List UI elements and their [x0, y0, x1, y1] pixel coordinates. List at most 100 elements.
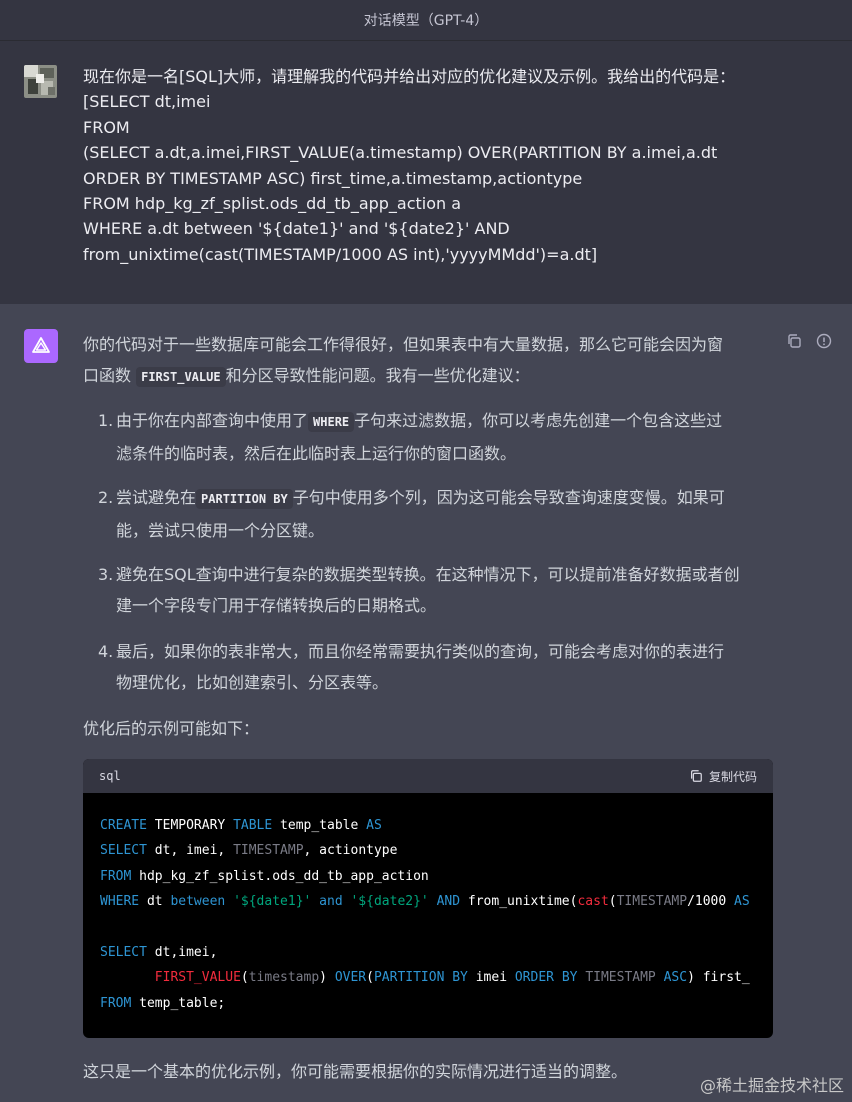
code-token: ) — [319, 970, 335, 986]
code-line: FIRST_VALUE(timestamp) OVER(PARTITION BY… — [100, 965, 773, 990]
code-token: /1000 — [687, 894, 735, 910]
code-token: TIMESTAMP — [585, 970, 664, 986]
code-token: TIMESTAMP — [616, 894, 688, 910]
list-text: 最后，如果你的表非常大，而且你经常需要执行类似的查询，可能会考虑对你的表进行 — [116, 642, 725, 661]
code-token: cast — [577, 894, 609, 910]
code-token: FROM — [100, 868, 140, 884]
code-token: TABLE — [233, 818, 281, 833]
code-line: FROM temp_table; — [100, 991, 773, 1016]
list-text: 能，尝试只使用一个分区键。 — [116, 521, 325, 540]
code-token: dt — [146, 894, 171, 910]
code-content: CREATE TEMPORARY TABLE temp_table AS SELE… — [83, 793, 773, 1016]
code-token: ( — [240, 970, 249, 986]
list-item: 3. 避免在SQL查询中进行复杂的数据类型转换。在这种情况下，可以提前准备好数据或… — [98, 559, 778, 621]
inline-code: FIRST_VALUE — [136, 367, 226, 387]
intro-text: 口函数 — [83, 366, 137, 385]
intro-text: 和分区导致性能问题。我有一些优化建议： — [225, 366, 530, 385]
code-token: OVER — [334, 970, 367, 986]
user-line: FROM hdp_kg_zf_splist.ods_dd_tb_app_acti… — [83, 194, 462, 214]
code-token: imei — [475, 970, 515, 986]
code-token: temp_table; — [139, 995, 226, 1011]
code-token: SELECT — [100, 843, 155, 859]
code-language: sql — [99, 769, 121, 783]
code-token: and — [319, 894, 351, 910]
list-text: 由于你在内部查询中使用了 — [116, 411, 309, 430]
list-item: 4. 最后，如果你的表非常大，而且你经常需要执行类似的查询，可能会考虑对你的表进行… — [98, 636, 778, 698]
message-tools — [786, 333, 832, 349]
code-token: between — [170, 894, 234, 910]
code-token: AS — [734, 894, 750, 910]
code-token: WHERE — [100, 894, 147, 910]
list-number: 3. — [98, 565, 114, 584]
code-line: WHERE dt between '${date1}' and '${date2… — [100, 889, 773, 914]
code-token: dt,imei, — [154, 944, 218, 960]
list-number: 2. — [98, 488, 114, 507]
copy-code-button[interactable]: 复制代码 — [689, 768, 757, 785]
user-line: ORDER BY TIMESTAMP ASC) first_time,a.tim… — [83, 168, 583, 188]
code-line: SELECT dt,imei, — [100, 940, 773, 965]
list-item: 2. 尝试避免在 PARTITION BY 子句中使用多个列，因为这可能会导致查询速度… — [98, 482, 778, 546]
code-token: AND — [436, 894, 468, 910]
code-block-header: sql 复制代码 — [83, 759, 773, 793]
clipboard-icon — [690, 770, 702, 782]
list-number: 4. — [98, 642, 114, 661]
list-item: 1. 由于你在内部查询中使用了 WHERE 子句来过滤数据，你可以考虑先创建一个包含这… — [98, 405, 778, 469]
code-token: '${date2}' — [350, 894, 437, 910]
code-line: FROM hdp_kg_zf_splist.ods_dd_tb_app_acti… — [100, 864, 773, 889]
chat-title: 对话模型（GPT-4） — [363, 13, 489, 29]
user-message-text: 现在你是一名[SQL]大师，请理解我的代码并给出对应的优化建议及示例。我给出的代… — [83, 64, 783, 267]
code-token: temp_table — [280, 818, 367, 833]
code-line: SELECT dt, imei, TIMESTAMP, actiontype — [100, 838, 773, 863]
list-text: 滤条件的临时表，然后在此临时表上运行你的窗口函数。 — [116, 444, 517, 463]
code-token: FROM — [100, 995, 140, 1011]
assistant-intro: 你的代码对于一些数据库可能会工作得很好，但如果表中有大量数据，那么它可能会因为窗… — [83, 329, 773, 393]
user-line: 现在你是一名[SQL]大师，请理解我的代码并给出对应的优化建议及示例。我给出的代… — [83, 67, 736, 86]
code-token: '${date1}' — [233, 894, 320, 910]
list-text: 尝试避免在 — [116, 488, 197, 507]
inline-code: PARTITION BY — [196, 489, 293, 509]
list-text: 物理优化，比如创建索引、分区表等。 — [116, 673, 389, 692]
intro-line-1: 你的代码对于一些数据库可能会工作得很好，但如果表中有大量数据，那么它可能会因为窗 — [83, 335, 724, 354]
code-token: TIMESTAMP — [233, 843, 304, 859]
code-token: timestamp — [248, 970, 320, 986]
code-token: from_unixtime( — [467, 894, 578, 910]
example-heading: 优化后的示例可能如下： — [83, 719, 260, 738]
code-token: CREATE — [100, 818, 155, 833]
code-token: , actiontype — [303, 843, 398, 859]
code-token: SELECT — [100, 944, 155, 960]
copy-icon[interactable] — [786, 333, 802, 349]
list-text: 子句中使用多个列，因为这可能会导致查询速度变慢。如果可 — [292, 488, 725, 507]
list-text: 避免在SQL查询中进行复杂的数据类型转换。在这种情况下，可以提前准备好数据或者创 — [116, 565, 740, 584]
code-token: ( — [366, 970, 374, 986]
watermark: @稀土掘金技术社区 — [699, 1076, 844, 1095]
report-icon[interactable] — [816, 333, 832, 349]
code-token: TEMPORARY — [154, 818, 234, 833]
openai-logo-icon — [32, 337, 50, 353]
code-token: ) first_ — [687, 970, 750, 986]
inline-code: WHERE — [308, 412, 355, 432]
code-line: CREATE TEMPORARY TABLE temp_table AS — [100, 813, 773, 838]
list-text: 子句来过滤数据，你可以考虑先创建一个包含这些过 — [354, 411, 723, 430]
user-line: FROM — [83, 117, 130, 137]
user-line: WHERE a.dt between '${date1}' and '${dat… — [83, 219, 510, 239]
copy-code-label: 复制代码 — [708, 769, 757, 784]
code-token: ORDER BY — [514, 970, 586, 986]
code-token: FIRST_VALUE — [154, 970, 241, 986]
code-token: dt, imei, — [154, 843, 234, 859]
code-token: AS — [366, 818, 382, 833]
code-block: sql 复制代码 CREATE TEMPORARY TABLE temp_tab… — [83, 759, 773, 1038]
closing-text: 这只是一个基本的优化示例，你可能需要根据你的实际情况进行适当的调整。 — [83, 1062, 628, 1081]
list-number: 1. — [98, 411, 114, 430]
code-token: ASC — [663, 970, 688, 986]
user-line: (SELECT a.dt,a.imei,FIRST_VALUE(a.timest… — [83, 143, 718, 163]
intro-line-2: 口函数 FIRST_VALUE 和分区导致性能问题。我有一些优化建议： — [83, 360, 773, 393]
code-token: hdp_kg_zf_splist.ods_dd_tb_app_action — [139, 868, 429, 884]
code-token: ( — [608, 894, 617, 910]
user-line: [SELECT dt,imei — [83, 92, 211, 112]
top-bar: 对话模型（GPT-4） — [0, 0, 852, 41]
code-token: PARTITION BY — [373, 970, 476, 986]
user-avatar — [24, 65, 57, 98]
user-line: from_unixtime(cast(TIMESTAMP/1000 AS int… — [83, 244, 598, 264]
